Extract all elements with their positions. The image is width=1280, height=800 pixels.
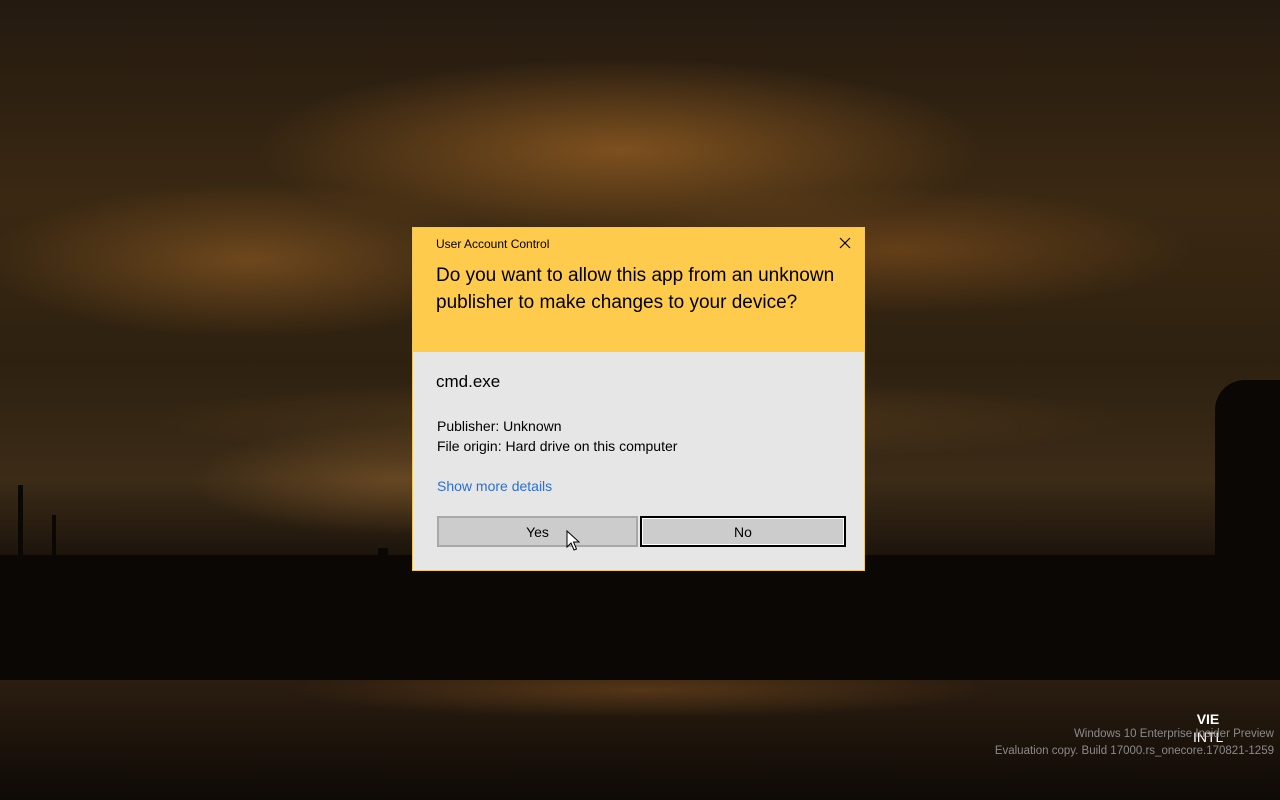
watermark-edition: Windows 10 Enterprise Insider Preview <box>1073 728 1274 740</box>
tower-silhouette <box>18 485 23 560</box>
no-button[interactable]: No <box>640 516 846 547</box>
mouse-pointer-icon <box>566 530 580 551</box>
windows-watermark: Windows 10 Enterprise Insider Preview Ev… <box>995 726 1274 760</box>
dialog-header: User Account Control Do you want to allo… <box>413 228 864 352</box>
tree-silhouette <box>1215 380 1280 560</box>
yes-button[interactable]: Yes <box>437 516 638 547</box>
close-button[interactable] <box>836 234 854 252</box>
building-silhouette <box>1000 560 1060 580</box>
tower-silhouette <box>52 515 56 560</box>
city-skyline-silhouette <box>0 555 1280 680</box>
file-origin-text: File origin: Hard drive on this computer <box>437 438 678 454</box>
app-name: cmd.exe <box>436 372 501 391</box>
watermark-build: Evaluation copy. Build 17000.rs_onecore.… <box>994 745 1274 757</box>
dialog-body: cmd.exe Publisher: Unknown File origin: … <box>413 352 864 571</box>
uac-question: Do you want to allow this app from an un… <box>436 265 835 313</box>
uac-dialog: User Account Control Do you want to allo… <box>412 227 865 571</box>
show-more-details-link[interactable]: Show more details <box>437 478 552 494</box>
building-silhouette <box>378 548 388 560</box>
publisher-text: Publisher: Unknown <box>437 418 562 434</box>
dialog-title: User Account Control <box>436 237 550 251</box>
close-icon <box>839 237 851 249</box>
